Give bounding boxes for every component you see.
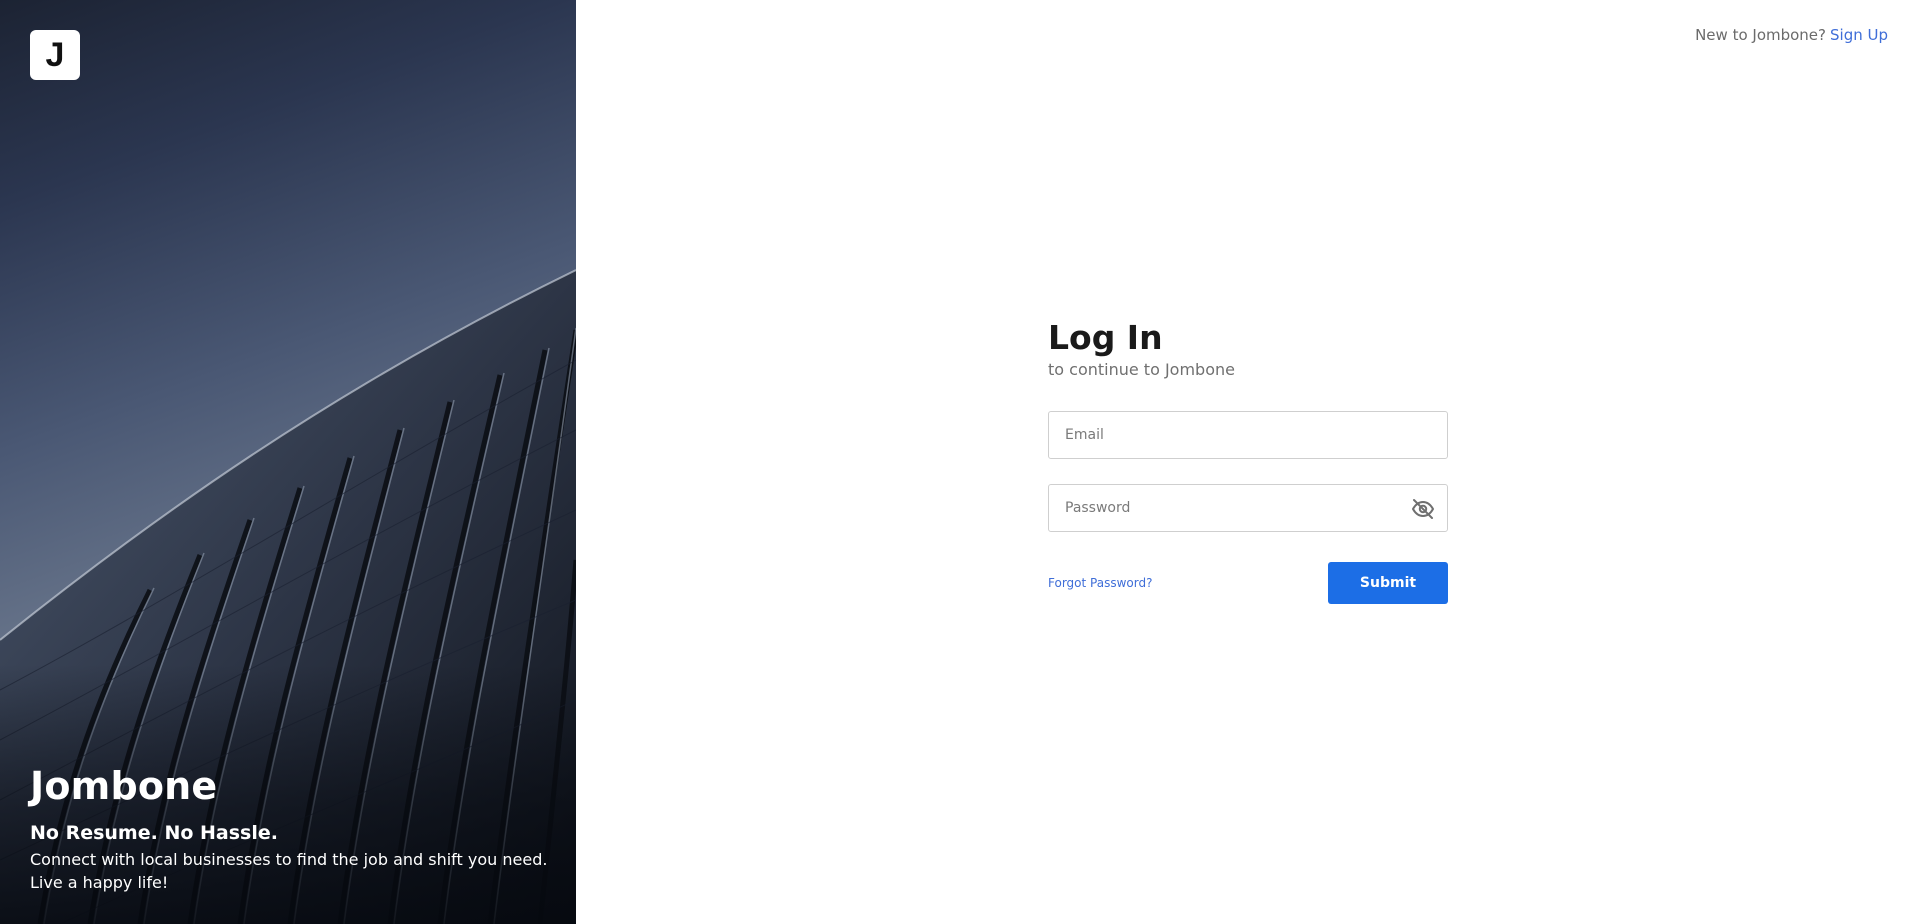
password-field-wrapper: [1048, 484, 1448, 532]
email-field[interactable]: [1049, 412, 1447, 458]
brand-logo[interactable]: J: [30, 30, 80, 80]
signup-link[interactable]: Sign Up: [1830, 26, 1888, 44]
signup-prompt: New to Jombone? Sign Up: [1695, 26, 1888, 44]
brand-description: Connect with local businesses to find th…: [30, 850, 548, 892]
login-form: Log In to continue to Jombone Forgot Pas…: [1048, 318, 1448, 604]
login-page: J Jombone No Resume. No Hassle. Connect …: [0, 0, 1920, 924]
hero-panel: J Jombone No Resume. No Hassle. Connect …: [0, 0, 576, 924]
eye-off-icon[interactable]: [1411, 497, 1435, 521]
signup-prompt-text: New to Jombone?: [1695, 26, 1826, 44]
login-subtitle: to continue to Jombone: [1048, 360, 1235, 379]
hero-text: Jombone No Resume. No Hassle. Connect wi…: [30, 764, 556, 894]
form-actions: Forgot Password? Submit: [1048, 562, 1448, 604]
auth-panel: New to Jombone? Sign Up Log In to continu…: [576, 0, 1920, 924]
submit-button[interactable]: Submit: [1328, 562, 1448, 604]
login-title: Log In: [1048, 318, 1163, 357]
brand-logo-letter: J: [45, 35, 65, 74]
brand-name: Jombone: [30, 764, 218, 808]
password-field[interactable]: [1049, 485, 1447, 531]
forgot-password-link[interactable]: Forgot Password?: [1048, 576, 1152, 590]
brand-tagline: No Resume. No Hassle.: [30, 822, 278, 844]
email-field-wrapper: [1048, 411, 1448, 459]
